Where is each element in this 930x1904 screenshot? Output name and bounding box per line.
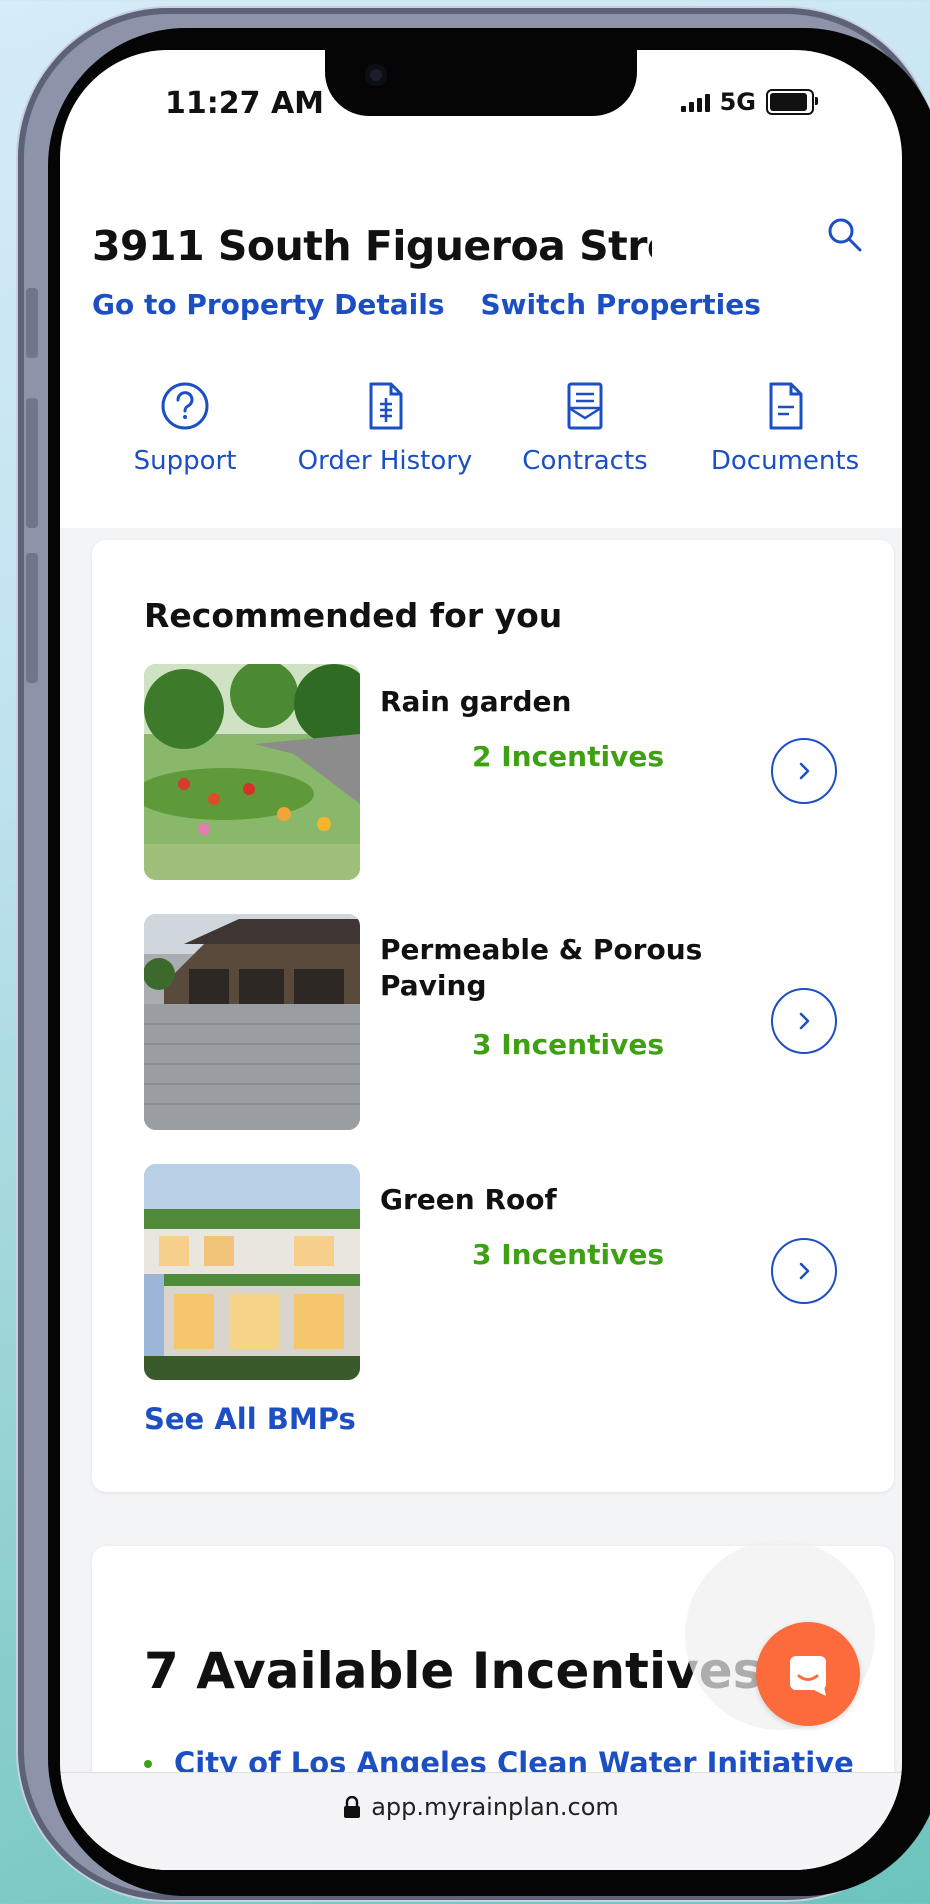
contracts-action[interactable]: Contracts: [490, 380, 680, 476]
url-text: app.myrainplan.com: [371, 1793, 619, 1821]
browser-url-bar[interactable]: app.myrainplan.com: [60, 1772, 902, 1870]
status-time: 11:27 AM: [165, 86, 325, 121]
incentive-bullet: [144, 1760, 152, 1768]
rain-garden-image: [144, 664, 360, 880]
switch-properties-link[interactable]: Switch Properties: [481, 288, 761, 321]
quick-actions: Support Order History Contracts Document…: [90, 380, 880, 476]
chevron-right-icon: [799, 762, 810, 780]
permeable-paving-arrow-button[interactable]: [771, 988, 837, 1054]
volume-up-button: [26, 398, 38, 528]
green-roof-name: Green Roof: [380, 1183, 557, 1216]
order-history-label: Order History: [297, 446, 473, 476]
contract-icon: [567, 382, 603, 430]
status-indicators: 5G: [680, 88, 818, 116]
rain-garden-incentives: 2 Incentives: [472, 740, 664, 773]
search-icon[interactable]: [824, 214, 866, 256]
permeable-paving-image: [144, 914, 360, 1130]
rain-garden-arrow-button[interactable]: [771, 738, 837, 804]
recommended-card: Recommended for you Rain garden 2 Incent…: [92, 540, 894, 1492]
chat-icon: [790, 1656, 826, 1696]
recommendation-green-roof[interactable]: Green Roof 3 Incentives: [144, 1164, 884, 1382]
property-address: 3911 South Figueroa Street, Los Angeles,…: [92, 222, 652, 270]
green-roof-incentives: 3 Incentives: [472, 1238, 664, 1271]
network-type: 5G: [719, 88, 756, 116]
incentives-title: 7 Available Incentives: [144, 1642, 763, 1700]
chevron-right-icon: [799, 1262, 810, 1280]
lock-icon: [344, 1796, 361, 1818]
contracts-label: Contracts: [522, 446, 648, 476]
permeable-paving-name: Permeable & Porous Paving: [380, 933, 703, 1002]
recommendation-permeable-paving[interactable]: Permeable & Porous Paving 3 Incentives: [144, 914, 884, 1132]
receipt-icon: [369, 382, 403, 430]
notch: [325, 50, 637, 116]
support-action[interactable]: Support: [90, 380, 280, 476]
header-links: Go to Property Details Switch Properties: [92, 288, 761, 321]
chevron-right-icon: [799, 1012, 810, 1030]
documents-action[interactable]: Documents: [690, 380, 880, 476]
see-all-bmps-link[interactable]: See All BMPs: [144, 1402, 356, 1436]
question-circle-icon: [161, 382, 209, 430]
chat-button[interactable]: [756, 1622, 860, 1726]
document-icon: [769, 382, 803, 430]
property-details-link[interactable]: Go to Property Details: [92, 288, 445, 321]
screen: 11:27 AM 5G 3911 South Figueroa Street, …: [60, 50, 902, 1870]
front-camera: [365, 64, 387, 86]
green-roof-image: [144, 1164, 360, 1380]
order-history-action[interactable]: Order History: [290, 380, 480, 476]
url-row: app.myrainplan.com: [60, 1793, 902, 1821]
rain-garden-name: Rain garden: [380, 685, 572, 718]
support-label: Support: [133, 446, 237, 476]
permeable-paving-incentives: 3 Incentives: [472, 1028, 664, 1061]
signal-icon: [680, 92, 710, 112]
documents-label: Documents: [710, 446, 860, 476]
green-roof-arrow-button[interactable]: [771, 1238, 837, 1304]
recommended-title: Recommended for you: [144, 596, 563, 635]
volume-down-button: [26, 553, 38, 683]
recommendation-rain-garden[interactable]: Rain garden 2 Incentives: [144, 664, 884, 882]
battery-icon: [766, 89, 818, 115]
mute-switch: [26, 288, 38, 358]
